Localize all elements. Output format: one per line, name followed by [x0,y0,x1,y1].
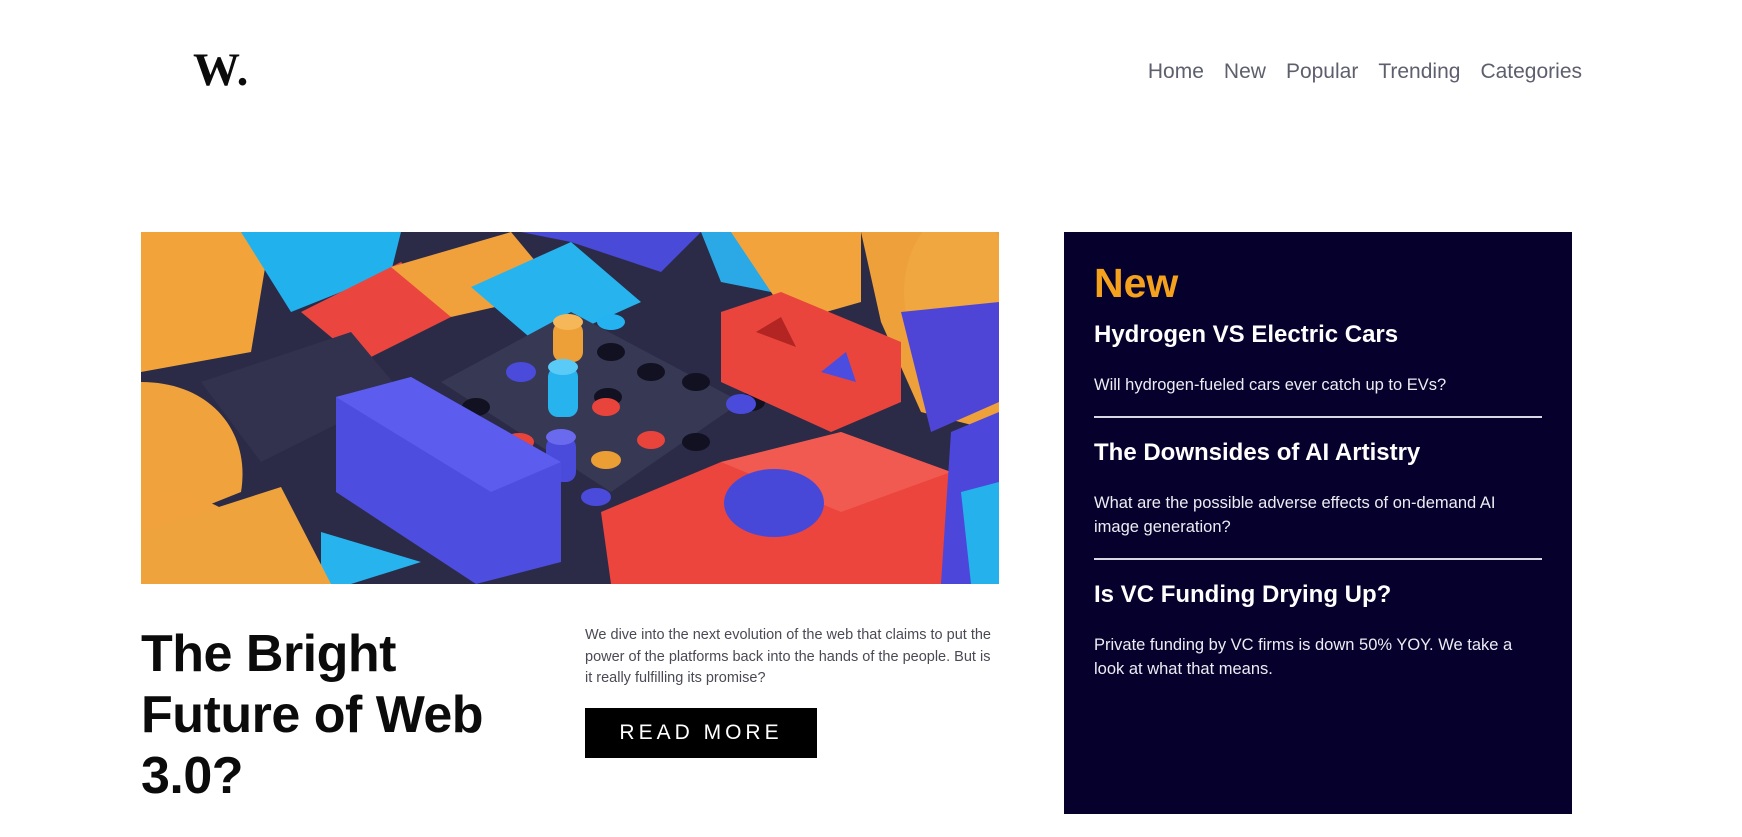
nav-new[interactable]: New [1224,59,1266,85]
nav-categories[interactable]: Categories [1480,59,1582,85]
hero-description: We dive into the next evolution of the w… [585,627,991,686]
read-more-button[interactable]: READ MORE [585,708,817,758]
nav-home[interactable]: Home [1148,59,1204,85]
hero-title[interactable]: The Bright Future of Web 3.0? [141,624,561,807]
site-logo[interactable]: W. [193,44,249,96]
new-articles-panel: New Hydrogen VS Electric Cars Will hydro… [1064,232,1572,814]
main-nav: Home New Popular Trending Categories [1148,59,1582,85]
article-item: Hydrogen VS Electric Cars Will hydrogen-… [1094,308,1542,418]
nav-trending[interactable]: Trending [1378,59,1460,85]
article-description: Will hydrogen-fueled cars ever catch up … [1094,376,1447,394]
article-title[interactable]: The Downsides of AI Artistry [1094,438,1542,468]
article-title[interactable]: Is VC Funding Drying Up? [1094,580,1542,610]
article-title[interactable]: Hydrogen VS Electric Cars [1094,320,1542,350]
hero-image[interactable] [141,232,999,584]
page: W. Home New Popular Trending Categories [0,0,1742,837]
article-item: The Downsides of AI Artistry What are th… [1094,418,1542,560]
nav-popular[interactable]: Popular [1286,59,1358,85]
new-panel-heading: New [1094,260,1179,306]
article-item: Is VC Funding Drying Up? Private funding… [1094,560,1542,681]
article-description: What are the possible adverse effects of… [1094,494,1496,536]
article-description: Private funding by VC firms is down 50% … [1094,636,1513,678]
